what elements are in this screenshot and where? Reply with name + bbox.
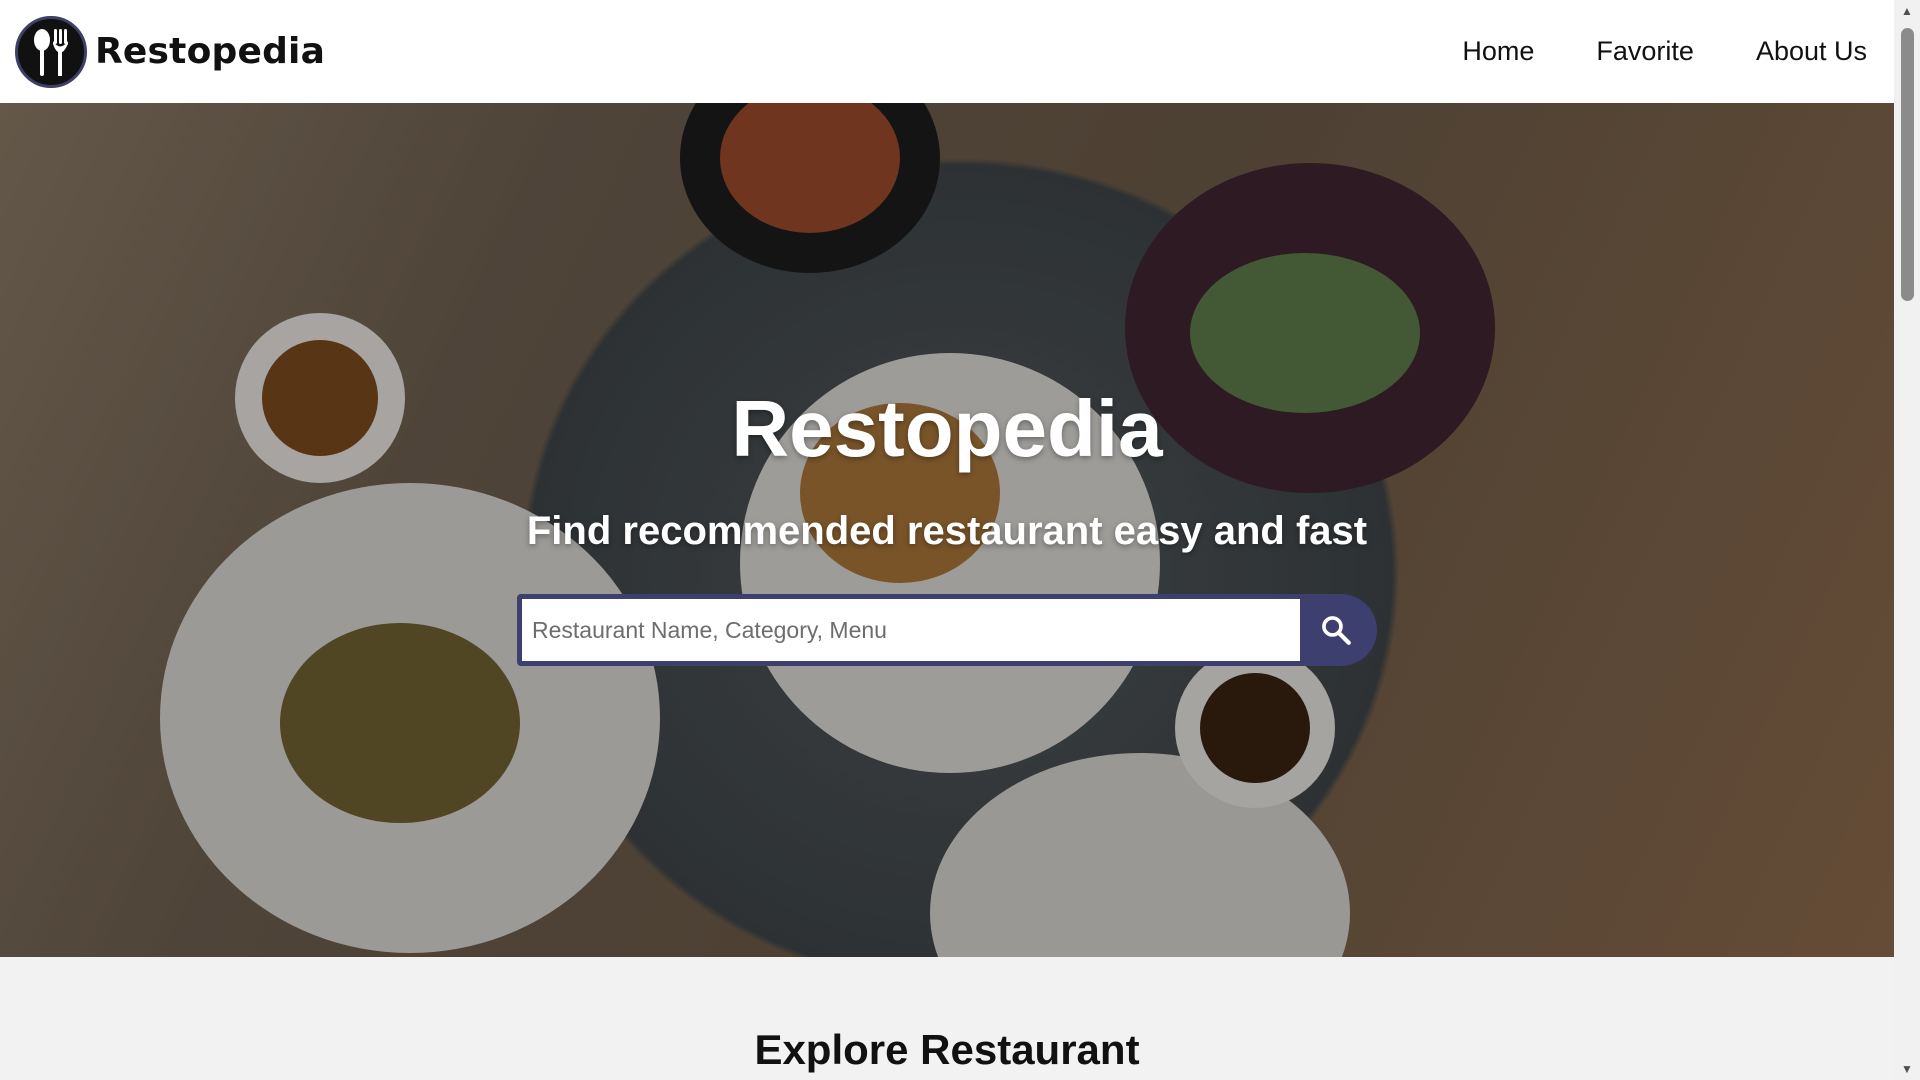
search-button[interactable] <box>1300 599 1372 661</box>
spoon-fork-logo-icon <box>15 15 87 88</box>
page-scrollbar[interactable]: ▲ ▼ <box>1894 0 1920 1080</box>
brand[interactable]: Restopedia <box>15 15 326 88</box>
nav-about-us-link[interactable]: About Us <box>1725 36 1879 67</box>
explore-section: Explore Restaurant <box>0 957 1894 1080</box>
brand-name: Restopedia <box>95 31 326 72</box>
hero-content: Restopedia Find recommended restaurant e… <box>0 383 1894 666</box>
explore-title: Explore Restaurant <box>754 1026 1140 1073</box>
nav-home-link[interactable]: Home <box>1431 36 1565 67</box>
nav-favorite-link[interactable]: Favorite <box>1565 36 1725 67</box>
hero-title: Restopedia <box>731 384 1163 473</box>
hero-subtitle: Find recommended restaurant easy and fas… <box>526 509 1368 553</box>
site-header: Restopedia Home Favorite About Us <box>0 0 1894 103</box>
scroll-up-arrow-icon[interactable]: ▲ <box>1894 0 1920 22</box>
main-nav: Home Favorite About Us <box>1431 0 1879 103</box>
search-form <box>517 594 1377 666</box>
hero-banner: Restopedia Find recommended restaurant e… <box>0 103 1894 957</box>
scroll-down-arrow-icon[interactable]: ▼ <box>1894 1058 1920 1080</box>
scrollbar-thumb[interactable] <box>1901 28 1914 301</box>
search-input[interactable] <box>522 599 1300 661</box>
search-icon <box>1322 616 1351 645</box>
